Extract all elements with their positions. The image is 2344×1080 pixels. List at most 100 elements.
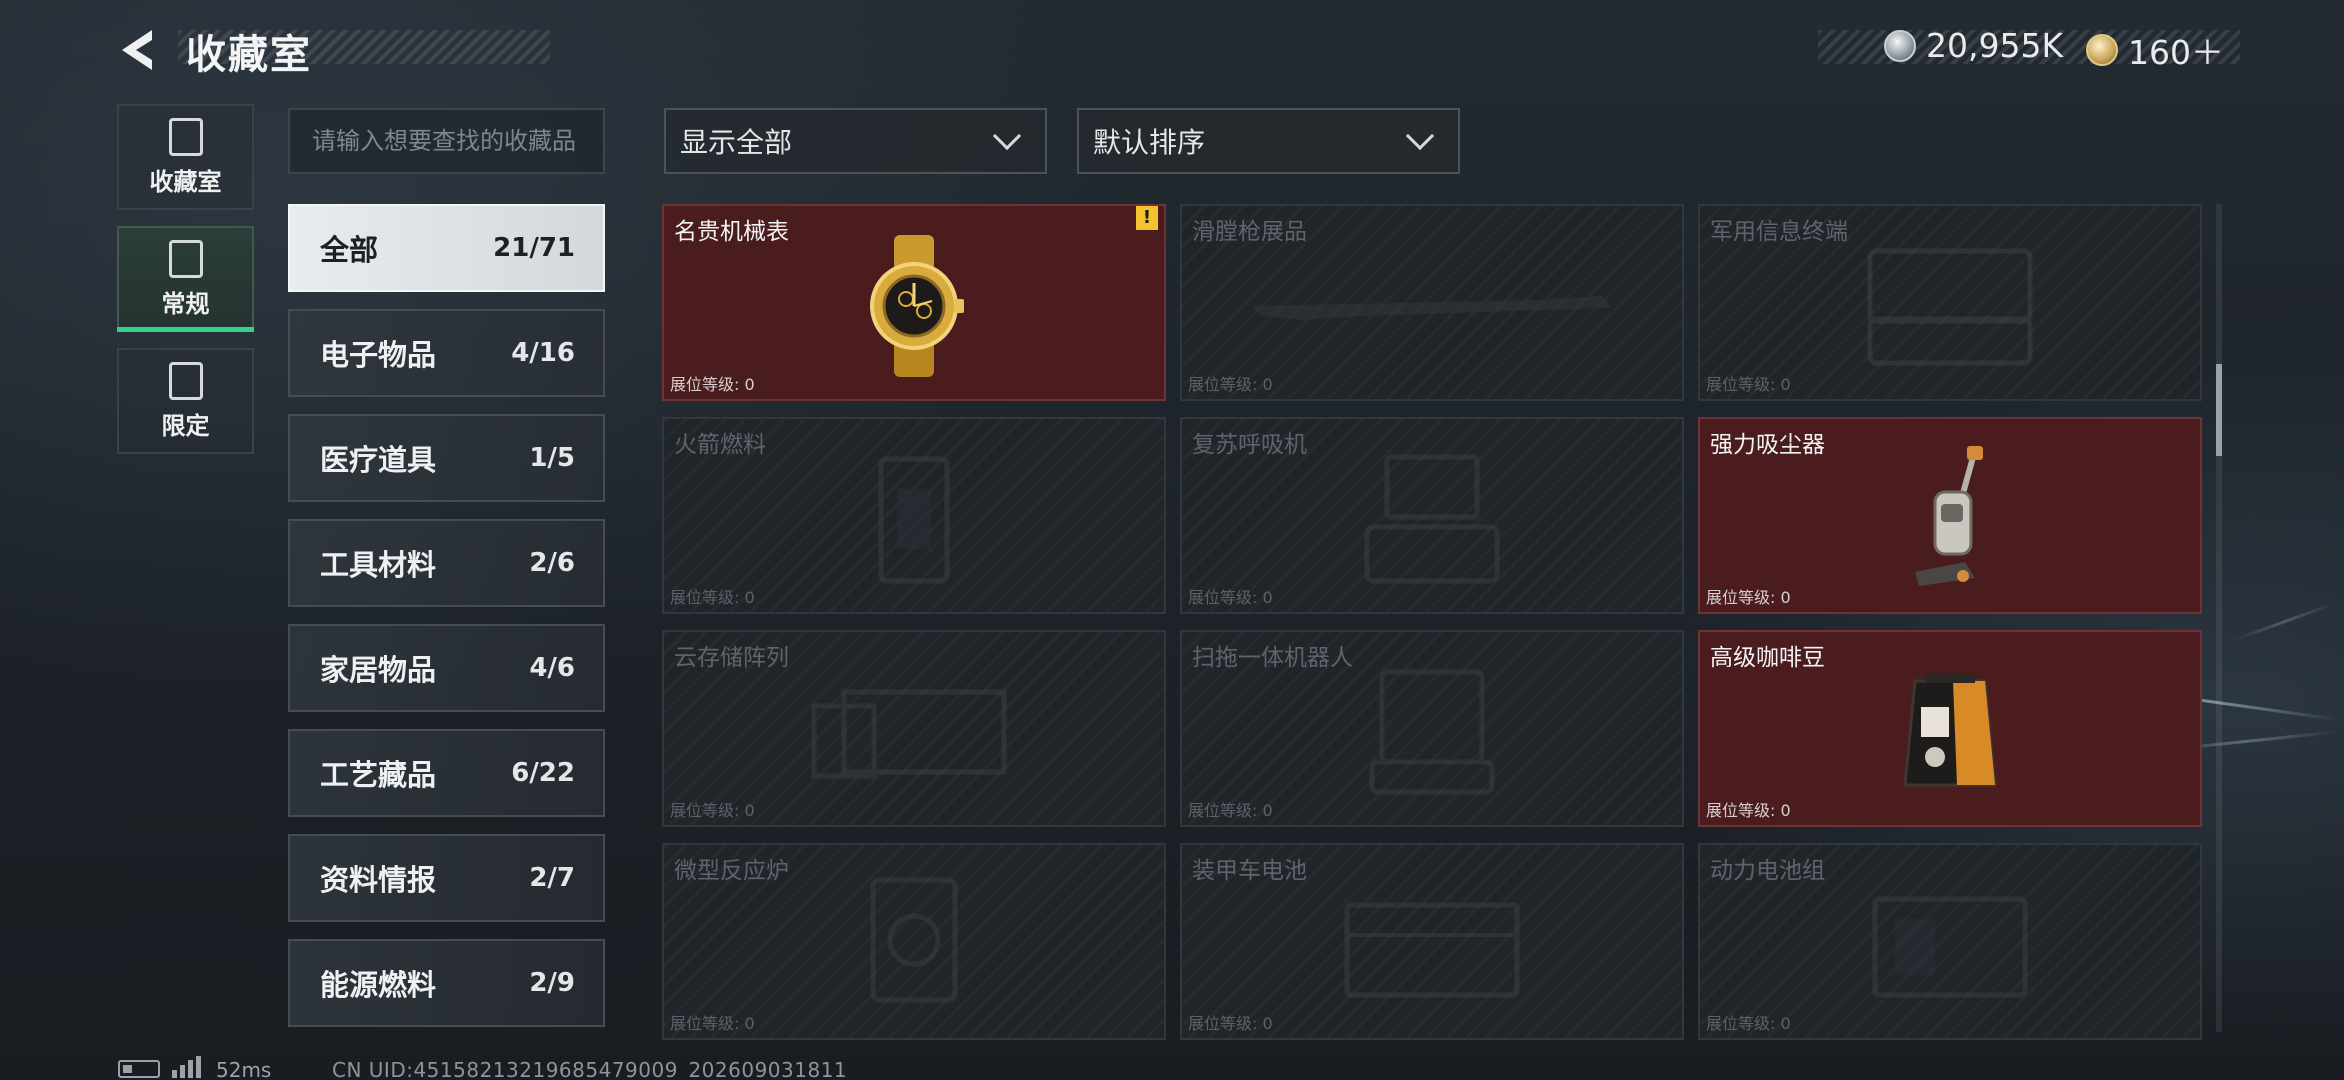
display-level: 展位等级: 0 <box>670 1014 755 1033</box>
category-name: 工具材料 <box>320 548 437 582</box>
display-level: 展位等级: 0 <box>1706 1014 1791 1033</box>
rail-tab-limited[interactable]: 限定 <box>117 348 254 454</box>
collectible-card[interactable]: 装甲车电池 展位等级: 0 <box>1180 843 1684 1040</box>
category-name: 医疗道具 <box>320 443 437 477</box>
display-level: 展位等级: 0 <box>1188 375 1273 394</box>
collectible-card[interactable]: 云存储阵列 展位等级: 0 <box>662 630 1166 827</box>
collectible-name: 复苏呼吸机 <box>1192 432 1307 458</box>
collectible-card[interactable]: 动力电池组 展位等级: 0 <box>1698 843 2202 1040</box>
robot-mop-icon <box>1369 669 1495 795</box>
ping-value: 52ms <box>216 1058 272 1080</box>
category-count: 2/6 <box>529 548 575 578</box>
storage-array-icon <box>811 689 1007 779</box>
category-count: 1/5 <box>529 443 575 473</box>
category-name: 电子物品 <box>320 338 437 372</box>
category-count: 4/6 <box>529 653 575 683</box>
display-level: 展位等级: 0 <box>1188 588 1273 607</box>
micro-reactor-icon <box>870 877 958 1003</box>
display-level: 展位等级: 0 <box>670 588 755 607</box>
collectible-name: 云存储阵列 <box>674 645 789 671</box>
battery-icon <box>118 1060 160 1078</box>
category-count: 6/22 <box>511 758 575 788</box>
back-button[interactable] <box>112 22 168 78</box>
rail-tab-label: 常规 <box>161 289 210 318</box>
category-intel[interactable]: 资料情报 2/7 <box>288 834 605 922</box>
collectible-name: 火箭燃料 <box>674 432 766 458</box>
sort-dropdown[interactable]: 默认排序 <box>1077 108 1460 174</box>
collectible-card[interactable]: 军用信息终端 展位等级: 0 <box>1698 204 2202 401</box>
category-name: 资料情报 <box>320 863 437 897</box>
search-field[interactable] <box>288 108 605 174</box>
silver-currency-value: 20,955K <box>1926 26 2064 65</box>
gold-watch-icon <box>870 235 964 378</box>
collectible-card[interactable]: 高级咖啡豆 展位等级: 0 <box>1698 630 2202 827</box>
category-medical[interactable]: 医疗道具 1/5 <box>288 414 605 502</box>
power-battery-pack-icon <box>1872 896 2028 998</box>
rail-tab-label: 收藏室 <box>149 167 222 196</box>
collectible-card[interactable]: 复苏呼吸机 展位等级: 0 <box>1180 417 1684 614</box>
category-energy[interactable]: 能源燃料 2/9 <box>288 939 605 1027</box>
ventilator-icon <box>1364 454 1500 584</box>
search-input[interactable] <box>290 110 603 172</box>
rocket-fuel-icon <box>878 456 950 584</box>
grid-scrollbar[interactable] <box>2216 204 2222 1032</box>
coffee-bag-icon <box>1903 673 1997 787</box>
category-tools[interactable]: 工具材料 2/6 <box>288 519 605 607</box>
regular-collection-icon <box>168 239 203 278</box>
collectible-name: 微型反应炉 <box>674 858 789 884</box>
rail-tab-regular[interactable]: 常规 <box>117 226 254 332</box>
collectible-card[interactable]: 名贵机械表 ! 展位等级: 0 <box>662 204 1166 401</box>
vacuum-cleaner-icon <box>1915 446 1983 587</box>
category-electronics[interactable]: 电子物品 4/16 <box>288 309 605 397</box>
display-level: 展位等级: 0 <box>1706 375 1791 394</box>
filter-show-label: 显示全部 <box>680 126 793 159</box>
category-name: 能源燃料 <box>320 968 437 1002</box>
category-name: 工艺藏品 <box>320 758 437 792</box>
category-count: 2/9 <box>529 968 575 998</box>
gold-currency[interactable]: 160＋ <box>2086 26 2224 74</box>
collectible-name: 名贵机械表 <box>674 219 789 245</box>
collectible-name: 军用信息终端 <box>1710 219 1848 245</box>
chevron-down-icon <box>1405 121 1435 151</box>
rail-tab-collection-room[interactable]: 收藏室 <box>117 104 254 210</box>
collectible-card[interactable]: 强力吸尘器 展位等级: 0 <box>1698 417 2202 614</box>
collectible-card[interactable]: 扫拖一体机器人 展位等级: 0 <box>1180 630 1684 827</box>
chevron-down-icon <box>992 121 1022 151</box>
category-count: 4/16 <box>511 338 575 368</box>
collectible-name: 高级咖啡豆 <box>1710 645 1825 671</box>
warning-badge-icon: ! <box>1136 206 1158 230</box>
collectible-card[interactable]: 微型反应炉 展位等级: 0 <box>662 843 1166 1040</box>
collectible-name: 强力吸尘器 <box>1710 432 1825 458</box>
rail-tab-label: 限定 <box>161 411 210 440</box>
category-household[interactable]: 家居物品 4/6 <box>288 624 605 712</box>
collectible-card[interactable]: 火箭燃料 展位等级: 0 <box>662 417 1166 614</box>
signal-icon <box>172 1056 201 1078</box>
collection-grid: 名贵机械表 ! 展位等级: 0 滑膛枪展品 展位等级: 0 军用信息终端 展位等… <box>662 204 2202 1040</box>
silver-currency[interactable]: 20,955K <box>1884 26 2063 65</box>
category-all[interactable]: 全部 21/71 <box>288 204 605 292</box>
collection-room-screen: 收藏室 20,955K 160＋ 收藏室 常规 限定 全部 21/71 电子物品… <box>0 0 2344 1080</box>
category-crafts[interactable]: 工艺藏品 6/22 <box>288 729 605 817</box>
gold-currency-value: 160＋ <box>2128 33 2224 72</box>
display-level: 展位等级: 0 <box>1706 588 1791 607</box>
display-level: 展位等级: 0 <box>1188 801 1273 820</box>
vehicle-battery-icon <box>1344 902 1520 998</box>
filter-show-dropdown[interactable]: 显示全部 <box>664 108 1047 174</box>
category-name: 全部 <box>320 233 379 267</box>
collectible-name: 扫拖一体机器人 <box>1192 645 1353 671</box>
display-level: 展位等级: 0 <box>670 801 755 820</box>
military-terminal-icon <box>1867 248 2033 366</box>
bg-light-streak <box>2232 601 2338 642</box>
gold-coin-icon <box>2086 34 2118 66</box>
display-level: 展位等级: 0 <box>670 375 755 394</box>
silver-coin-icon <box>1884 29 1916 62</box>
sort-label: 默认排序 <box>1093 126 1206 159</box>
page-title: 收藏室 <box>186 32 312 78</box>
grid-scrollbar-thumb[interactable] <box>2216 364 2222 456</box>
musket-icon <box>1252 296 1612 321</box>
collectible-card[interactable]: 滑膛枪展品 展位等级: 0 <box>1180 204 1684 401</box>
category-name: 家居物品 <box>320 653 437 687</box>
category-count: 21/71 <box>493 233 575 263</box>
collectible-name: 装甲车电池 <box>1192 858 1307 884</box>
display-level: 展位等级: 0 <box>1706 801 1791 820</box>
